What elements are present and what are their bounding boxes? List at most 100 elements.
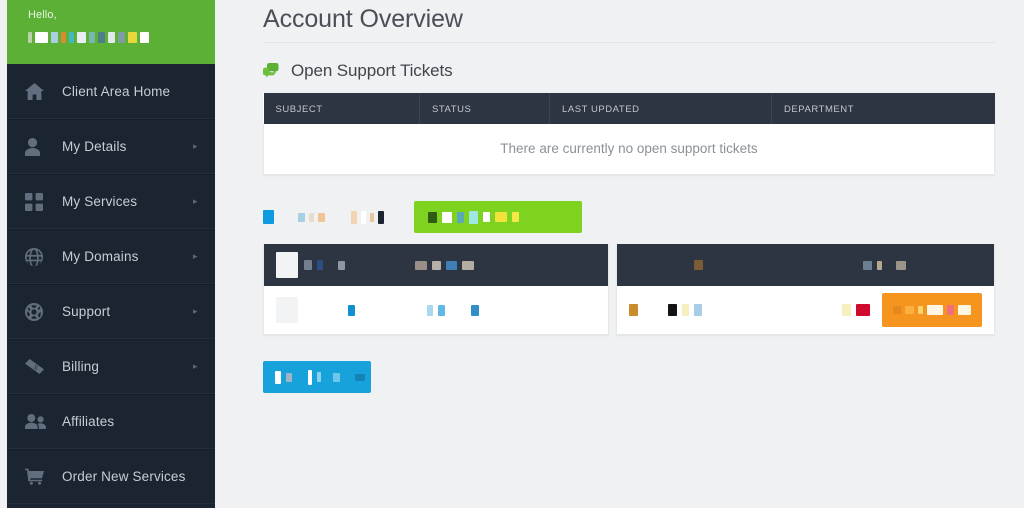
left-panel-body-redaction-block <box>438 304 445 316</box>
sidebar-item-label: My Details <box>62 139 127 154</box>
redacted-toolbar-content <box>263 210 384 224</box>
left-panel-body-redaction-block <box>427 304 433 316</box>
globe-icon <box>25 246 55 268</box>
table-empty-row: There are currently no open support tick… <box>263 124 995 175</box>
left-panel-header-redaction-block <box>317 260 323 270</box>
left-panel <box>263 244 609 335</box>
toolbar-redaction-block <box>263 210 274 224</box>
blue-button-redaction-block <box>308 369 313 385</box>
column-header-last-updated[interactable]: LAST UPDATED <box>549 93 772 124</box>
chevron-right-icon: ▸ <box>193 196 198 206</box>
sidebar-item-label: Client Area Home <box>62 83 171 99</box>
sidebar-item-support[interactable]: Support ▸ <box>7 284 215 339</box>
chevron-right-icon: ▸ <box>193 361 198 371</box>
chevron-right-icon: ▸ <box>193 306 198 316</box>
greeting-name-block <box>118 32 125 43</box>
left-panel-header-redaction-block <box>446 260 457 270</box>
greeting-name-block <box>128 32 137 43</box>
lifering-icon <box>25 301 55 323</box>
sidebar-item-label: My Domains <box>62 249 139 264</box>
column-header-subject[interactable]: SUBJECT <box>263 93 420 124</box>
greeting-name-block <box>35 32 48 43</box>
right-panel-body <box>617 286 994 334</box>
left-panel-header-redaction-block <box>462 260 474 270</box>
left-panel-header-redaction-block <box>432 260 441 270</box>
left-panel-body <box>264 286 608 334</box>
greeting-name-block <box>77 32 86 43</box>
left-panel-header <box>264 244 608 286</box>
sidebar-item-client-area-home[interactable]: Client Area Home▸ <box>7 64 215 119</box>
table-header: SUBJECT STATUS LAST UPDATED DEPARTMENT <box>263 93 995 124</box>
left-panel-body-redaction-block <box>276 297 298 323</box>
right-panel-body-redaction-block <box>629 304 638 316</box>
left-panel-body-redaction-block <box>348 304 355 316</box>
greeting-text: Hello, <box>28 9 57 21</box>
green-button-redaction-block <box>442 211 452 223</box>
blue-button-redaction-block <box>275 370 282 384</box>
orange-action-button[interactable] <box>882 293 982 327</box>
open-tickets-table: SUBJECT STATUS LAST UPDATED DEPARTMENT T… <box>263 93 995 175</box>
right-panel-body-redaction-block <box>668 304 677 316</box>
sidebar-item-label: Billing <box>62 359 100 374</box>
panels-row <box>263 244 995 335</box>
chevron-right-icon: ▸ <box>193 251 198 261</box>
sidebar-item-my-details[interactable]: My Details ▸ <box>7 119 215 174</box>
main-content: Account Overview Open Support Tickets SU… <box>215 0 1024 508</box>
blue-button-redaction-block <box>333 372 340 382</box>
money-icon: S <box>25 356 55 378</box>
left-panel-header-redaction-block <box>338 260 345 270</box>
greeting-name-block <box>108 32 115 43</box>
green-button-redaction-block <box>483 212 490 222</box>
sidebar-item-billing[interactable]: S Billing ▸ <box>7 339 215 394</box>
sidebar-item-affiliates[interactable]: Affiliates▸ <box>7 394 215 449</box>
orange-button-redaction-block <box>958 305 971 315</box>
left-panel-header-chip <box>276 252 298 278</box>
orange-button-redaction-block <box>947 305 954 315</box>
comments-icon <box>263 63 282 79</box>
toolbar-redaction-block <box>378 210 384 224</box>
left-panel-body-content <box>276 297 479 323</box>
column-header-status[interactable]: STATUS <box>419 93 550 124</box>
toolbar-redaction-block <box>361 210 366 224</box>
table-body: There are currently no open support tick… <box>263 124 995 175</box>
right-panel-header <box>617 244 994 286</box>
orange-button-redaction-block <box>893 306 901 314</box>
blue-button-redaction-block <box>355 373 366 381</box>
left-panel-header-redaction-block <box>304 260 312 270</box>
sidebar-item-label: My Services <box>62 194 138 209</box>
blue-button-redaction-block <box>286 372 292 382</box>
column-header-department[interactable]: DEPARTMENT <box>771 93 995 124</box>
sidebar-item-label: Order New Services <box>62 469 186 484</box>
blue-action-button[interactable] <box>263 361 371 393</box>
greeting-name-block <box>61 32 66 43</box>
toolbar-redaction-block <box>309 212 314 222</box>
sidebar-item-my-domains[interactable]: My Domains ▸ <box>7 229 215 284</box>
sidebar-item-label: Affiliates <box>62 414 115 429</box>
home-icon <box>25 80 55 102</box>
orange-button-redaction-block <box>927 305 943 315</box>
right-panel-body-redaction-block <box>842 304 851 316</box>
right-panel-body-redaction-block <box>682 304 689 316</box>
sidebar-item-my-services[interactable]: My Services ▸ <box>7 174 215 229</box>
redacted-toolbar <box>263 201 995 233</box>
grid-icon <box>25 191 55 213</box>
empty-state-message: There are currently no open support tick… <box>263 124 995 175</box>
greeting-name-block <box>69 32 74 43</box>
green-button-redaction-block <box>428 211 437 223</box>
toolbar-redaction-block <box>318 212 325 222</box>
right-panel-header-redaction-block <box>877 260 882 270</box>
sidebar-greeting: Hello, <box>7 0 215 64</box>
blue-button-redaction-block <box>317 372 321 382</box>
app-root: Hello, Client Area Home▸My Details▸My Se… <box>0 0 1024 508</box>
right-panel <box>616 244 995 335</box>
sidebar-item-order-new-services[interactable]: Order New Services▸ <box>7 449 215 504</box>
greeting-username-redacted <box>28 31 215 44</box>
green-button-redaction-block <box>457 211 464 223</box>
toolbar-redaction-block <box>351 210 357 224</box>
green-action-button[interactable] <box>414 201 582 233</box>
right-panel-header-redaction-block <box>863 260 872 270</box>
page-title: Account Overview <box>263 5 463 33</box>
green-button-redaction-block <box>512 212 519 222</box>
user-icon <box>25 136 55 158</box>
left-panel-header-content <box>304 260 474 270</box>
